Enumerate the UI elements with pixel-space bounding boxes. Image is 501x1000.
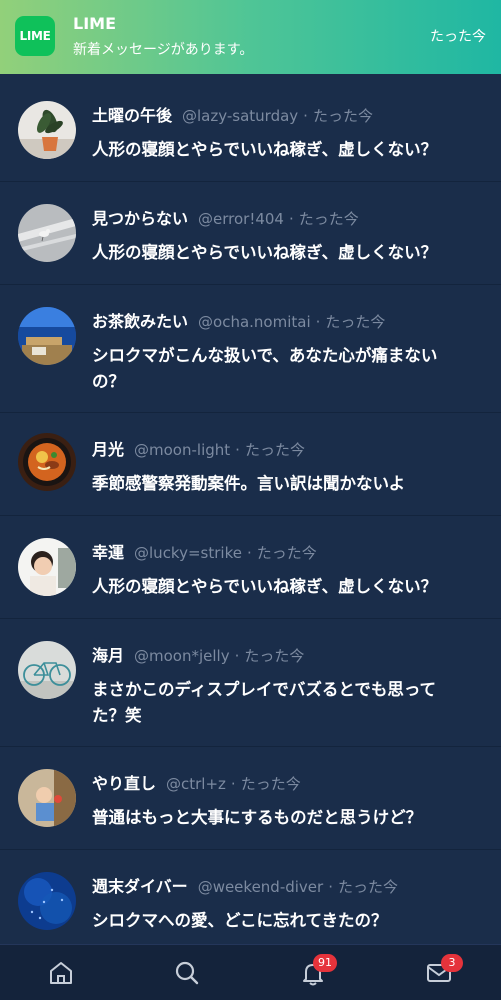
post-text: まさかこのディスプレイでバズるとでも思ってた？笑: [92, 680, 437, 725]
post-time: たった今: [325, 313, 386, 331]
post-text: 季節感警察発動案件。言い訳は聞かないよ: [92, 474, 406, 493]
post-separator: ·: [230, 775, 236, 793]
post-text: 人形の寝顔とやらでいいね稼ぎ、虚しくない？: [92, 243, 438, 262]
post-time: たった今: [240, 775, 301, 793]
post-meta: 週末ダイバー @weekend-diver · たった今: [92, 873, 481, 897]
nav-messages[interactable]: 3: [409, 945, 469, 1000]
lime-app-icon-text: LIME: [19, 29, 51, 43]
post-text: 普通はもっと大事にするものだと思うけど？: [92, 808, 423, 827]
ramen-bowl-avatar[interactable]: [18, 433, 76, 491]
post-separator: ·: [315, 313, 321, 331]
post-separator: ·: [288, 210, 294, 228]
post-meta: 土曜の午後 @lazy-saturday · たった今: [92, 102, 481, 126]
post-handle[interactable]: @lazy-saturday: [182, 107, 298, 125]
search-icon: [175, 961, 199, 985]
notifications-badge: 91: [313, 954, 337, 972]
post-time: たった今: [244, 647, 305, 665]
post-text: 人形の寝顔とやらでいいね稼ぎ、虚しくない？: [92, 577, 438, 596]
post-meta: 月光 @moon-light · たった今: [92, 436, 481, 460]
post-separator: ·: [235, 441, 240, 459]
post-separator: ·: [234, 647, 240, 665]
post-handle[interactable]: @moon-light: [134, 441, 230, 459]
post-handle[interactable]: @ctrl+z: [166, 775, 226, 793]
home-icon: [50, 962, 72, 984]
post-handle[interactable]: @error!404: [198, 210, 284, 228]
post-text: シロクマへの愛、どこに忘れてきたの？: [92, 911, 388, 930]
post-handle[interactable]: @ocha.nomitai: [198, 313, 311, 331]
ocean-bench-avatar[interactable]: [18, 307, 76, 365]
post-meta: 幸運 @lucky=strike · たった今: [92, 539, 481, 563]
post-time: たった今: [337, 878, 398, 896]
post-handle[interactable]: @lucky=strike: [134, 544, 242, 562]
post[interactable]: 週末ダイバー @weekend-diver · たった今 シロクマへの愛、どこに…: [0, 850, 501, 950]
child-avatar[interactable]: [18, 538, 76, 596]
post-handle[interactable]: @moon*jelly: [134, 647, 230, 665]
post-time: たった今: [256, 544, 317, 562]
post-meta: お茶飲みたい @ocha.nomitai · たった今: [92, 308, 481, 332]
post-author-name[interactable]: 見つからない: [92, 205, 188, 229]
post[interactable]: 海月 @moon*jelly · たった今 まさかこのディスプレイでバズるとでも…: [0, 619, 501, 747]
nav-home[interactable]: [31, 945, 91, 1000]
post-meta: 見つからない @error!404 · たった今: [92, 205, 481, 229]
nav-search[interactable]: [157, 945, 217, 1000]
bottom-navigation: 91 3: [0, 944, 501, 1000]
post-time: たった今: [312, 107, 373, 125]
post-author-name[interactable]: 土曜の午後: [92, 102, 172, 126]
feed: 土曜の午後 @lazy-saturday · たった今 人形の寝顔とやらでいいね…: [0, 79, 501, 950]
post[interactable]: 見つからない @error!404 · たった今 人形の寝顔とやらでいいね稼ぎ、…: [0, 182, 501, 285]
post[interactable]: 幸運 @lucky=strike · たった今 人形の寝顔とやらでいいね稼ぎ、虚…: [0, 516, 501, 619]
post-author-name[interactable]: 月光: [92, 436, 124, 460]
fish-school-avatar[interactable]: [18, 872, 76, 930]
post-handle[interactable]: @weekend-diver: [198, 878, 324, 896]
post-separator: ·: [303, 107, 308, 125]
notification-message: 新着メッセージがあります。: [73, 42, 254, 58]
post-text: 人形の寝顔とやらでいいね稼ぎ、虚しくない？: [92, 140, 438, 159]
post-time: たった今: [244, 441, 305, 459]
nav-notifications[interactable]: 91: [283, 945, 343, 1000]
post[interactable]: 月光 @moon-light · たった今 季節感警察発動案件。言い訳は聞かない…: [0, 413, 501, 516]
lime-app-icon: LIME: [15, 16, 55, 56]
houseplant-avatar[interactable]: [18, 101, 76, 159]
bird-on-road-avatar[interactable]: [18, 204, 76, 262]
notification-banner[interactable]: LIME LIME 新着メッセージがあります。 たった今: [0, 0, 501, 74]
post[interactable]: お茶飲みたい @ocha.nomitai · たった今 シロクマがこんな扱いで、…: [0, 285, 501, 413]
post-author-name[interactable]: 週末ダイバー: [92, 873, 188, 897]
post-author-name[interactable]: お茶飲みたい: [92, 308, 188, 332]
post-separator: ·: [246, 544, 252, 562]
post-time: たった今: [298, 210, 359, 228]
post[interactable]: 土曜の午後 @lazy-saturday · たった今 人形の寝顔とやらでいいね…: [0, 79, 501, 182]
toddler-avatar[interactable]: [18, 769, 76, 827]
notification-time: たった今: [430, 29, 486, 45]
messages-badge: 3: [441, 954, 463, 972]
post-author-name[interactable]: 幸運: [92, 539, 124, 563]
post[interactable]: やり直し @ctrl+z · たった今 普通はもっと大事にするものだと思うけど？: [0, 747, 501, 850]
post-author-name[interactable]: やり直し: [92, 770, 156, 794]
post-meta: 海月 @moon*jelly · たった今: [92, 642, 481, 666]
bicycle-avatar[interactable]: [18, 641, 76, 699]
post-text: シロクマがこんな扱いで、あなた心が痛まないの？: [92, 346, 438, 391]
notification-app-name: LIME: [73, 14, 116, 33]
post-separator: ·: [328, 878, 333, 896]
post-author-name[interactable]: 海月: [92, 642, 124, 666]
post-meta: やり直し @ctrl+z · たった今: [92, 770, 481, 794]
